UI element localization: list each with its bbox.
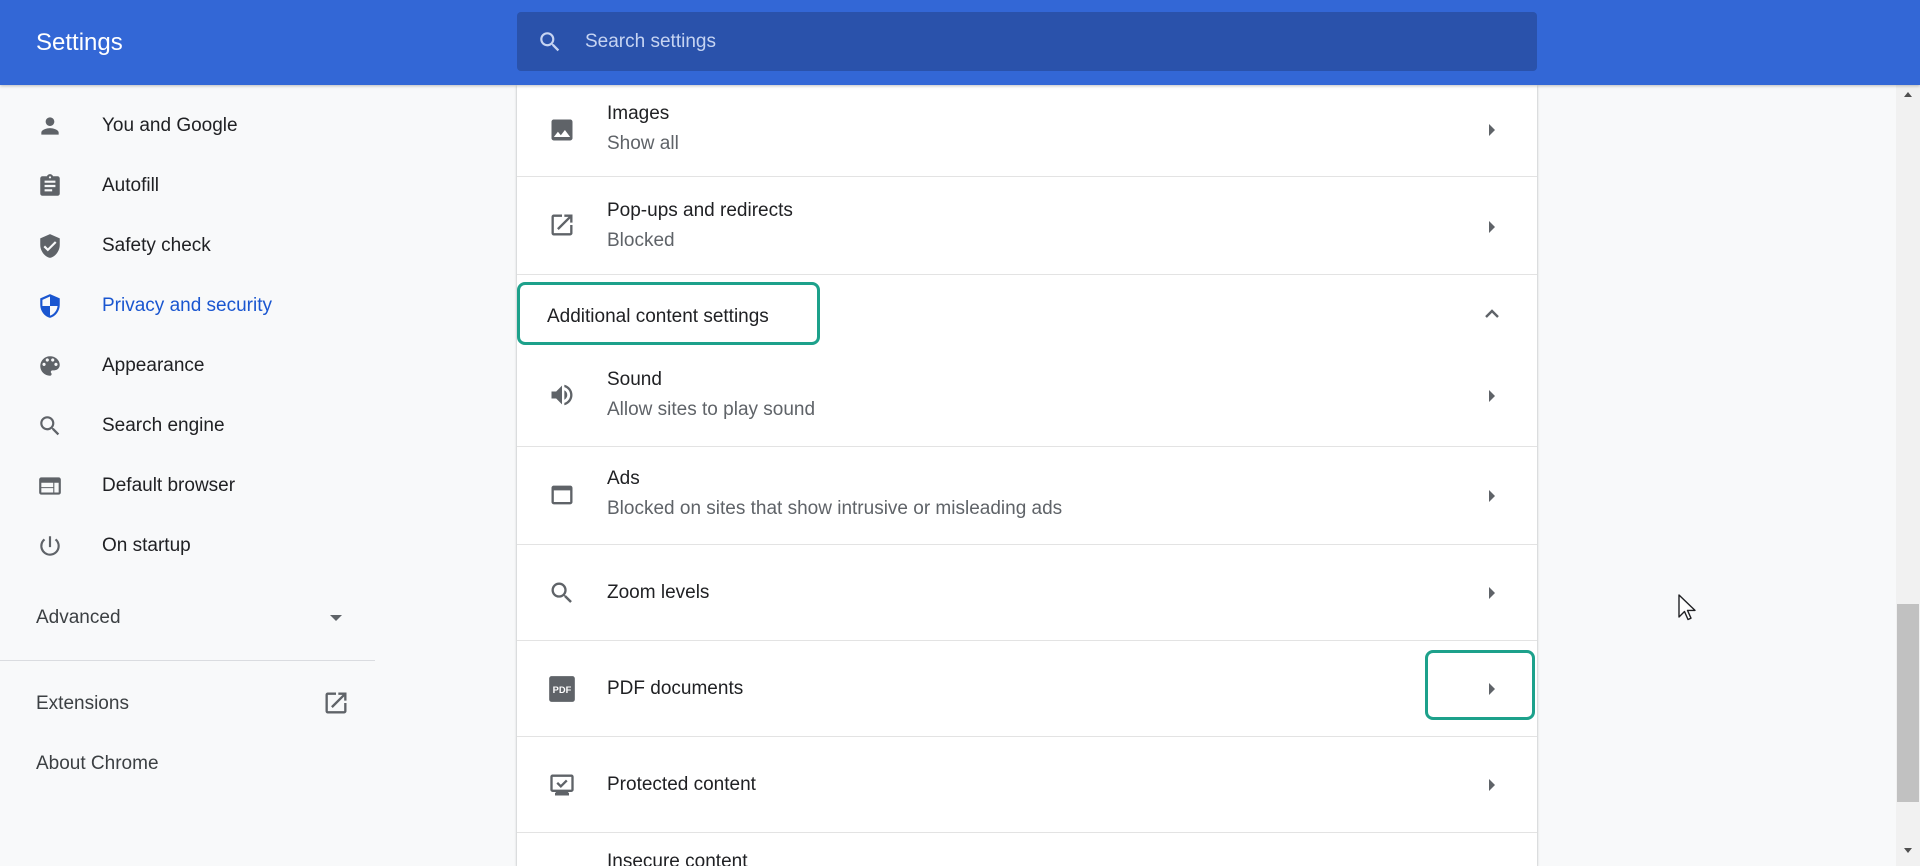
row-subtitle: Blocked [607, 230, 675, 251]
sidebar: You and Google Autofill Safety check Pri… [0, 85, 375, 866]
monitor-check-icon [550, 774, 574, 796]
popups-redirects-row[interactable]: Pop-ups and redirects Blocked [517, 177, 1537, 275]
arrow-right-icon [1489, 490, 1495, 502]
sidebar-divider [0, 660, 375, 661]
open-in-new-icon [551, 214, 573, 236]
row-subtitle: Blocked on sites that show intrusive or … [607, 498, 1063, 519]
scroll-down-arrow-icon[interactable] [1903, 847, 1913, 855]
sidebar-item-label: Privacy and security [102, 295, 273, 316]
power-icon [40, 536, 60, 556]
advanced-toggle[interactable]: Advanced [36, 607, 121, 629]
row-subtitle: Show all [607, 133, 679, 154]
arrow-right-icon [1489, 779, 1495, 791]
palette-icon [40, 356, 60, 376]
arrow-right-icon [1489, 124, 1495, 136]
search-input[interactable]: Search settings [585, 31, 716, 53]
sidebar-item-safety-check[interactable]: Safety check [0, 220, 375, 272]
row-title: Zoom levels [607, 582, 710, 603]
row-title: Insecure content [607, 851, 748, 866]
sidebar-item-privacy-and-security[interactable]: Privacy and security [0, 280, 375, 332]
ads-row[interactable]: Ads Blocked on sites that show intrusive… [517, 447, 1537, 545]
arrow-right-icon [1489, 221, 1495, 233]
search-icon [551, 582, 572, 603]
sidebar-item-appearance[interactable]: Appearance [0, 340, 375, 392]
search-icon [540, 32, 560, 52]
row-title: Ads [607, 468, 640, 489]
row-subtitle: Allow sites to play sound [607, 399, 816, 420]
additional-content-settings-header[interactable]: Additional content settings [517, 282, 1537, 349]
pdf-documents-row[interactable]: PDF PDF documents [517, 641, 1537, 737]
insecure-content-row[interactable]: Insecure content [517, 833, 1537, 866]
row-title: Pop-ups and redirects [607, 200, 793, 221]
sidebar-item-on-startup[interactable]: On startup [0, 520, 375, 572]
sidebar-item-label: Safety check [102, 235, 211, 256]
pdf-icon: PDF [549, 676, 575, 702]
arrow-right-icon[interactable] [1487, 682, 1497, 696]
ad-window-icon [551, 485, 573, 505]
vertical-scrollbar[interactable] [1896, 85, 1920, 866]
row-title: Sound [607, 369, 662, 390]
row-title: Protected content [607, 774, 756, 795]
content-settings-card: Images Show all Pop-ups and redirects Bl… [517, 85, 1537, 866]
scroll-thumb[interactable] [1897, 604, 1919, 802]
sidebar-item-label: Default browser [102, 475, 236, 496]
open-in-new-icon[interactable] [322, 689, 350, 717]
shield-half-icon [40, 294, 60, 318]
clipboard-icon [40, 174, 60, 196]
sidebar-item-autofill[interactable]: Autofill [0, 160, 375, 212]
row-title: Images [607, 103, 670, 124]
sidebar-item-label: Search engine [102, 415, 225, 436]
sidebar-item-search-engine[interactable]: Search engine [0, 400, 375, 452]
image-icon [551, 119, 573, 141]
sidebar-item-default-browser[interactable]: Default browser [0, 460, 375, 512]
search-bar[interactable]: Search settings [517, 12, 1537, 71]
sidebar-item-label: Autofill [102, 175, 160, 196]
mouse-cursor-icon [1678, 594, 1696, 621]
row-title: PDF documents [607, 678, 744, 699]
sidebar-item-label: Appearance [102, 355, 205, 376]
browser-window-icon [39, 477, 61, 495]
sidebar-item-you-and-google[interactable]: You and Google [0, 100, 375, 152]
scroll-up-arrow-icon[interactable] [1903, 90, 1913, 98]
caret-down-icon[interactable] [328, 613, 344, 623]
search-icon [40, 416, 60, 436]
about-chrome-link[interactable]: About Chrome [36, 753, 159, 775]
sound-row[interactable]: Sound Allow sites to play sound [517, 349, 1537, 447]
section-title: Additional content settings [547, 306, 769, 327]
volume-icon [551, 384, 573, 406]
arrow-right-icon [1489, 390, 1495, 402]
sidebar-item-label: You and Google [102, 115, 238, 136]
chevron-up-icon[interactable] [1484, 307, 1500, 319]
protected-content-row[interactable]: Protected content [517, 737, 1537, 833]
extensions-link[interactable]: Extensions [36, 693, 129, 715]
sidebar-item-label: On startup [102, 535, 191, 556]
page-title: Settings [36, 29, 123, 56]
app-header: Settings Search settings [0, 0, 1920, 85]
shield-check-icon [40, 234, 60, 258]
images-row[interactable]: Images Show all [517, 85, 1537, 177]
zoom-levels-row[interactable]: Zoom levels [517, 545, 1537, 641]
pdf-icon-text: PDF [553, 685, 572, 695]
arrow-right-icon [1489, 587, 1495, 599]
person-icon [41, 117, 59, 135]
